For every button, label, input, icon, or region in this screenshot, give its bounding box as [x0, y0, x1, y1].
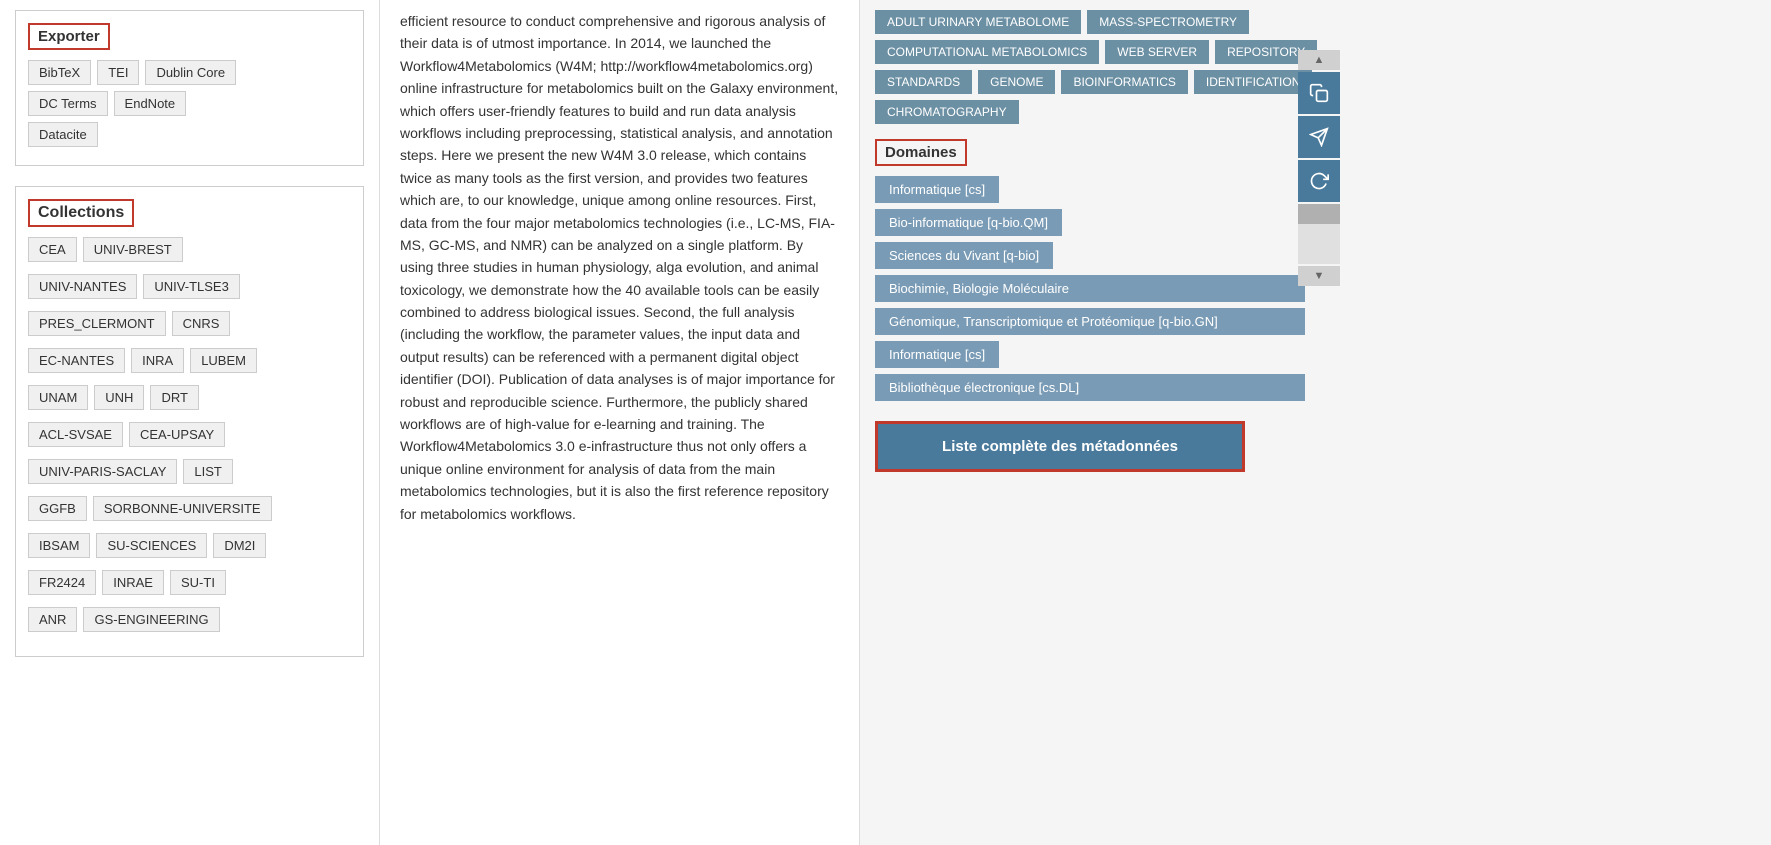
exporter-section: Exporter BibTeX TEI Dublin Core DC Terms…	[15, 10, 364, 166]
right-panel: ADULT URINARY METABOLOMEMASS-SPECTROMETR…	[860, 0, 1340, 845]
collection-tag[interactable]: CNRS	[172, 311, 231, 336]
collections-title: Collections	[28, 199, 134, 227]
sidebar-icons: ▲ ▼	[1298, 50, 1340, 286]
collection-tag[interactable]: INRAE	[102, 570, 164, 595]
domain-tag[interactable]: Informatique [cs]	[875, 341, 999, 368]
domain-tags: Informatique [cs] Bio-informatique [q-bio…	[875, 176, 1325, 401]
domain-tag[interactable]: Génomique, Transcriptomique et Protéomiq…	[875, 308, 1305, 335]
keyword-tag[interactable]: MASS-SPECTROMETRY	[1087, 10, 1249, 34]
keyword-tag[interactable]: GENOME	[978, 70, 1055, 94]
collection-tag[interactable]: UNIV-PARIS-SACLAY	[28, 459, 177, 484]
collection-tag[interactable]: SU-SCIENCES	[96, 533, 207, 558]
keyword-tag[interactable]: STANDARDS	[875, 70, 972, 94]
domain-tag[interactable]: Bibliothèque électronique [cs.DL]	[875, 374, 1305, 401]
collection-tag[interactable]: LIST	[183, 459, 232, 484]
collection-tag[interactable]: CEA	[28, 237, 77, 262]
keyword-tag[interactable]: BIOINFORMATICS	[1061, 70, 1187, 94]
page-wrapper: Exporter BibTeX TEI Dublin Core DC Terms…	[0, 0, 1771, 845]
keyword-tag[interactable]: CHROMATOGRAPHY	[875, 100, 1019, 124]
collection-tag[interactable]: INRA	[131, 348, 184, 373]
exporter-row-3: Datacite	[28, 122, 351, 147]
datacite-button[interactable]: Datacite	[28, 122, 98, 147]
exporter-row-1: BibTeX TEI Dublin Core	[28, 60, 351, 85]
collection-tag[interactable]: DM2I	[213, 533, 266, 558]
main-content: efficient resource to conduct comprehens…	[380, 0, 860, 845]
send-icon-button[interactable]	[1298, 116, 1340, 158]
collection-tag[interactable]: UNAM	[28, 385, 88, 410]
collection-tag[interactable]: FR2424	[28, 570, 96, 595]
copy-icon-button[interactable]	[1298, 72, 1340, 114]
dc-terms-button[interactable]: DC Terms	[28, 91, 108, 116]
collections-section: Collections CEAUNIV-BRESTUNIV-NANTESUNIV…	[15, 186, 364, 657]
collection-tag[interactable]: SU-TI	[170, 570, 226, 595]
collection-tag[interactable]: UNIV-BREST	[83, 237, 183, 262]
domain-tag[interactable]: Informatique [cs]	[875, 176, 999, 203]
domain-tag[interactable]: Bio-informatique [q-bio.QM]	[875, 209, 1062, 236]
scrollbar-thumb[interactable]	[1298, 204, 1340, 224]
keyword-tag[interactable]: COMPUTATIONAL METABOLOMICS	[875, 40, 1099, 64]
exporter-title: Exporter	[28, 23, 110, 50]
domain-tag[interactable]: Biochimie, Biologie Moléculaire	[875, 275, 1305, 302]
refresh-icon-button[interactable]	[1298, 160, 1340, 202]
dublin-core-button[interactable]: Dublin Core	[145, 60, 236, 85]
collection-tag[interactable]: UNH	[94, 385, 144, 410]
description-text: efficient resource to conduct comprehens…	[400, 10, 839, 525]
domaines-title: Domaines	[875, 139, 967, 166]
liste-complete-button[interactable]: Liste complète des métadonnées	[875, 421, 1245, 472]
left-panel: Exporter BibTeX TEI Dublin Core DC Terms…	[0, 0, 380, 845]
endnote-button[interactable]: EndNote	[114, 91, 187, 116]
exporter-row-2: DC Terms EndNote	[28, 91, 351, 116]
tei-button[interactable]: TEI	[97, 60, 139, 85]
collection-tag[interactable]: CEA-UPSAY	[129, 422, 225, 447]
collection-tag[interactable]: GS-ENGINEERING	[83, 607, 219, 632]
bibtex-button[interactable]: BibTeX	[28, 60, 91, 85]
collection-tag[interactable]: IBSAM	[28, 533, 90, 558]
collection-tag[interactable]: UNIV-TLSE3	[143, 274, 239, 299]
scrollbar-track	[1298, 204, 1340, 264]
collection-tag[interactable]: ANR	[28, 607, 77, 632]
keyword-tag[interactable]: ADULT URINARY METABOLOME	[875, 10, 1081, 34]
collection-tag[interactable]: EC-NANTES	[28, 348, 125, 373]
keyword-tag[interactable]: WEB SERVER	[1105, 40, 1209, 64]
collection-tag[interactable]: PRES_CLERMONT	[28, 311, 166, 336]
collection-tag[interactable]: GGFB	[28, 496, 87, 521]
collection-tag[interactable]: LUBEM	[190, 348, 257, 373]
keyword-tags: ADULT URINARY METABOLOMEMASS-SPECTROMETR…	[875, 10, 1325, 124]
collection-tag[interactable]: ACL-SVSAE	[28, 422, 123, 447]
collections-tags: CEAUNIV-BREST UNIV-NANTESUNIV-TLSE3 PRES_C…	[28, 237, 351, 638]
collection-tag[interactable]: DRT	[150, 385, 198, 410]
keyword-tag[interactable]: IDENTIFICATION	[1194, 70, 1312, 94]
collection-tag[interactable]: UNIV-NANTES	[28, 274, 137, 299]
scroll-up-arrow[interactable]: ▲	[1298, 50, 1340, 70]
scroll-down-arrow[interactable]: ▼	[1298, 266, 1340, 286]
domain-tag[interactable]: Sciences du Vivant [q-bio]	[875, 242, 1053, 269]
collection-tag[interactable]: SORBONNE-UNIVERSITE	[93, 496, 272, 521]
